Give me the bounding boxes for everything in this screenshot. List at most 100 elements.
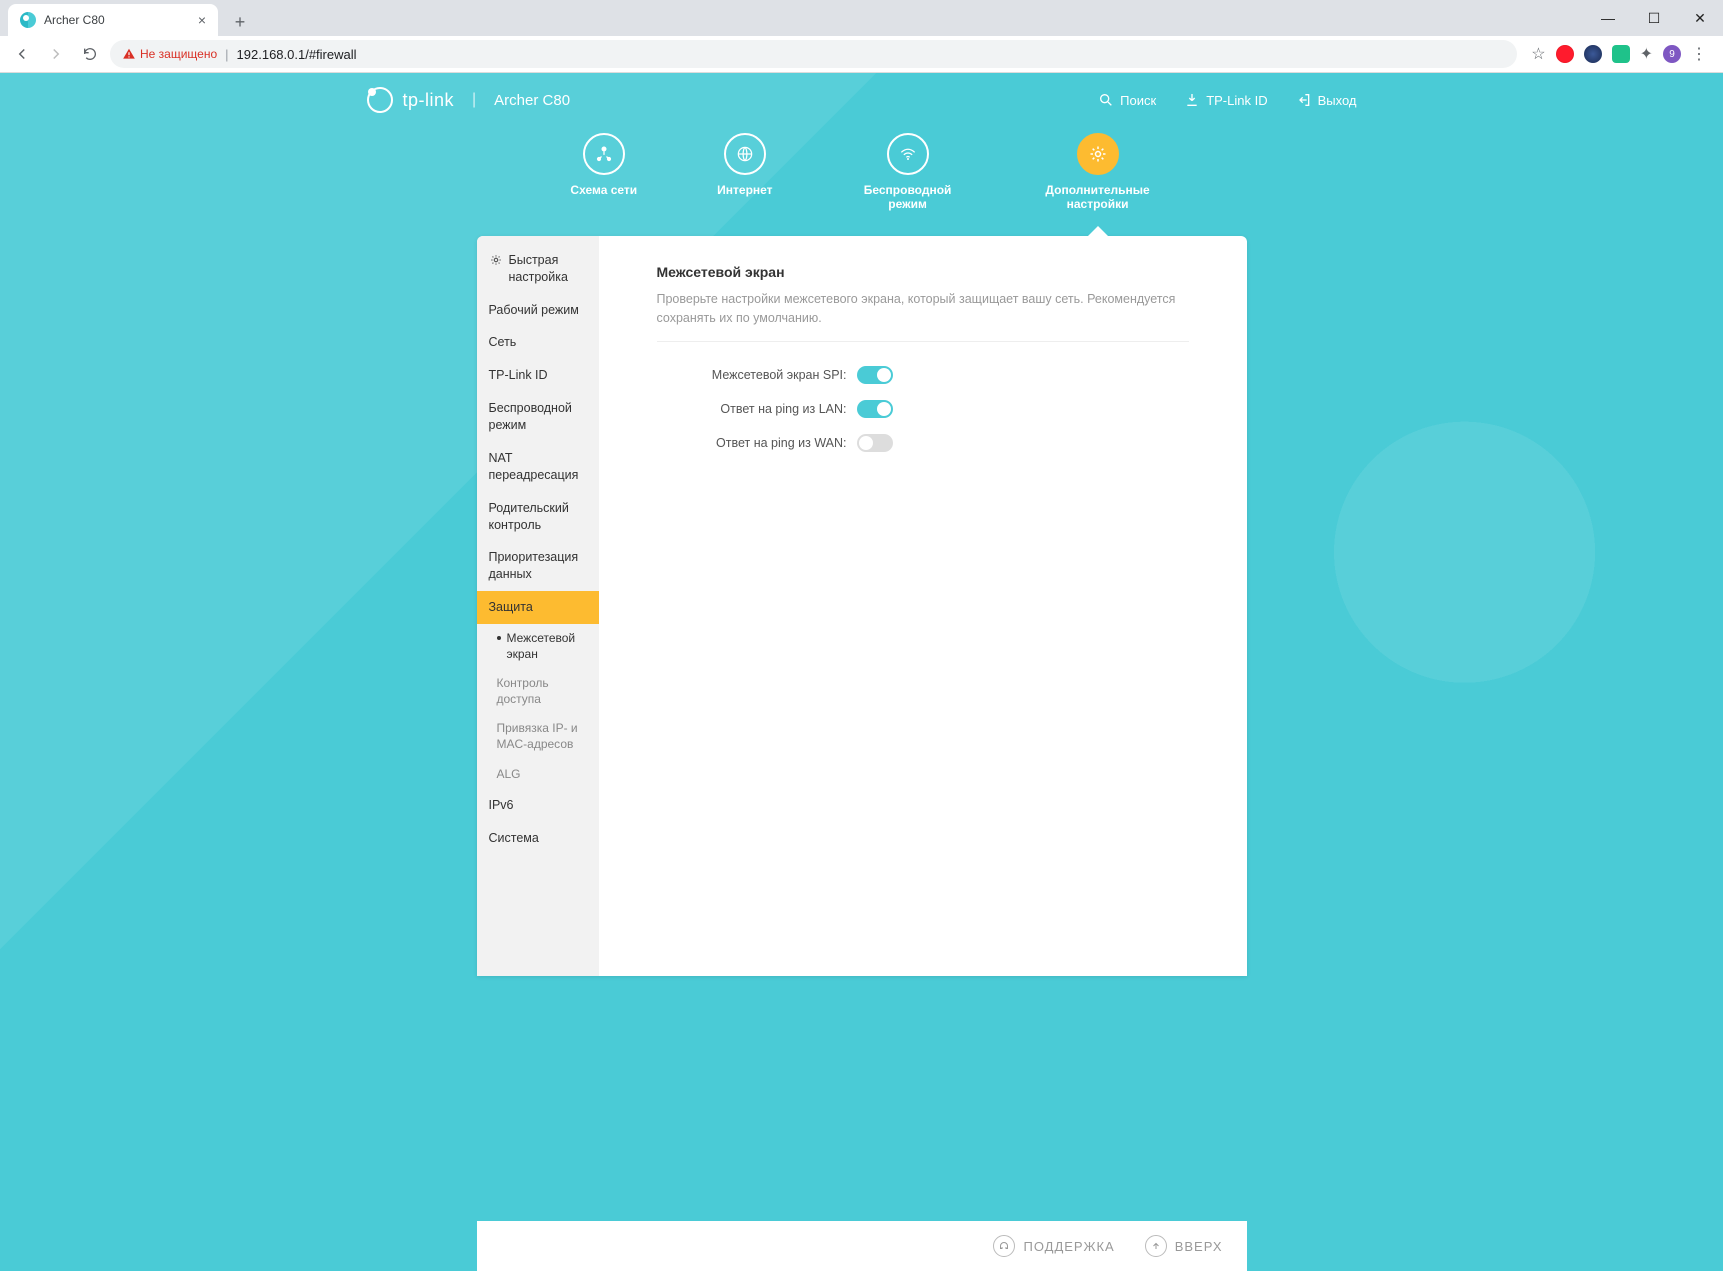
- row-ping-wan: Ответ на ping из WAN:: [677, 434, 1189, 452]
- sidebar-label: Защита: [489, 600, 533, 614]
- row-spi: Межсетевой экран SPI:: [677, 366, 1189, 384]
- row-label: Ответ на ping из LAN:: [677, 402, 857, 416]
- tplink-id-label: TP-Link ID: [1206, 93, 1267, 108]
- up-label: ВВЕРХ: [1175, 1239, 1223, 1254]
- reload-button[interactable]: [76, 40, 104, 68]
- sidebar-sub-label: Контроль доступа: [497, 676, 587, 707]
- sidebar-label: Родительский контроль: [489, 501, 569, 532]
- toggle-spi[interactable]: [857, 366, 893, 384]
- sidebar-item-parental[interactable]: Родительский контроль: [477, 492, 599, 542]
- logo: tp-link | Archer C80: [367, 87, 571, 113]
- forward-button[interactable]: [42, 40, 70, 68]
- ext-green-icon[interactable]: [1612, 45, 1630, 63]
- profile-avatar[interactable]: 9: [1663, 45, 1681, 63]
- logout-icon: [1296, 92, 1312, 108]
- sidebar-item-network[interactable]: Сеть: [477, 326, 599, 359]
- arrow-up-icon: [1145, 1235, 1167, 1257]
- download-icon: [1184, 92, 1200, 108]
- support-label: ПОДДЕРЖКА: [1023, 1239, 1114, 1254]
- url-separator: |: [225, 47, 228, 62]
- sidebar-sub-binding[interactable]: Привязка IP- и MAC-адресов: [477, 714, 599, 759]
- sidebar-sub-firewall[interactable]: Межсетевой экран: [477, 624, 599, 669]
- topnav-wireless[interactable]: Беспроводной режим: [853, 133, 963, 212]
- toggle-ping-wan[interactable]: [857, 434, 893, 452]
- sidebar-item-nat[interactable]: NAT переадресация: [477, 442, 599, 492]
- topnav-label: Схема сети: [570, 183, 637, 197]
- browser-tab[interactable]: Archer C80 ×: [8, 4, 218, 36]
- firewall-form: Межсетевой экран SPI: Ответ на ping из L…: [657, 366, 1189, 452]
- toggle-knob: [877, 402, 891, 416]
- model-text: Archer C80: [494, 92, 570, 109]
- sidebar-sub-label: Привязка IP- и MAC-адресов: [497, 721, 587, 752]
- sidebar-item-wireless[interactable]: Беспроводной режим: [477, 392, 599, 442]
- tab-strip: Archer C80 × + — ☐ ✕: [0, 0, 1723, 36]
- content-panel: Межсетевой экран Проверьте настройки меж…: [599, 236, 1247, 976]
- toggle-knob: [859, 436, 873, 450]
- support-link[interactable]: ПОДДЕРЖКА: [993, 1235, 1114, 1257]
- search-label: Поиск: [1120, 93, 1156, 108]
- tplink-id-link[interactable]: TP-Link ID: [1184, 92, 1267, 108]
- tplink-logo-icon: [367, 87, 393, 113]
- ext-blue-icon[interactable]: [1584, 45, 1602, 63]
- url-input[interactable]: Не защищено | 192.168.0.1/#firewall: [110, 40, 1517, 68]
- maximize-button[interactable]: ☐: [1631, 0, 1677, 36]
- sidebar-item-system[interactable]: Система: [477, 822, 599, 855]
- browser-chrome: Archer C80 × + — ☐ ✕ Не защищено | 192.1…: [0, 0, 1723, 73]
- back-button[interactable]: [8, 40, 36, 68]
- sidebar-label: TP-Link ID: [489, 368, 548, 382]
- sidebar-item-qos[interactable]: Приоритезация данных: [477, 541, 599, 591]
- topnav-label: Беспроводной режим: [853, 183, 963, 212]
- header-actions: Поиск TP-Link ID Выход: [1098, 92, 1356, 108]
- page-background: tp-link | Archer C80 Поиск TP-Link ID Вы…: [0, 73, 1723, 1271]
- sidebar-label: Быстрая настройка: [509, 252, 587, 286]
- sidebar-sub-label: ALG: [497, 767, 521, 783]
- close-tab-icon[interactable]: ×: [198, 12, 206, 28]
- url-text: 192.168.0.1/#firewall: [237, 47, 357, 62]
- topnav-label: Интернет: [717, 183, 772, 197]
- bullet-icon: [497, 636, 501, 640]
- scroll-up-link[interactable]: ВВЕРХ: [1145, 1235, 1223, 1257]
- tab-title: Archer C80: [44, 13, 105, 27]
- search-icon: [1098, 92, 1114, 108]
- sidebar-sub-label: Межсетевой экран: [507, 631, 587, 662]
- sidebar-quick-setup[interactable]: Быстрая настройка: [477, 244, 599, 294]
- sidebar-item-tplinkid[interactable]: TP-Link ID: [477, 359, 599, 392]
- topnav-advanced[interactable]: Дополнительные настройки: [1043, 133, 1153, 212]
- sidebar-item-mode[interactable]: Рабочий режим: [477, 294, 599, 327]
- logo-separator: |: [472, 91, 476, 109]
- search-link[interactable]: Поиск: [1098, 92, 1156, 108]
- toggle-knob: [877, 368, 891, 382]
- gear-small-icon: [489, 253, 503, 267]
- sidebar-sub-alg[interactable]: ALG: [477, 760, 599, 790]
- globe-icon: [724, 133, 766, 175]
- sidebar-label: Сеть: [489, 335, 517, 349]
- topnav-network-map[interactable]: Схема сети: [570, 133, 637, 212]
- new-tab-button[interactable]: +: [226, 8, 254, 36]
- sidebar: Быстрая настройка Рабочий режим Сеть TP-…: [477, 236, 599, 976]
- sidebar-label: IPv6: [489, 798, 514, 812]
- star-icon[interactable]: ☆: [1531, 44, 1545, 64]
- sidebar-label: Рабочий режим: [489, 303, 579, 317]
- sidebar-label: Система: [489, 831, 539, 845]
- section-title: Межсетевой экран: [657, 264, 1189, 280]
- extensions-icon[interactable]: ✦: [1640, 44, 1653, 64]
- sidebar-label: NAT переадресация: [489, 451, 579, 482]
- minimize-button[interactable]: —: [1585, 0, 1631, 36]
- topnav-internet[interactable]: Интернет: [717, 133, 772, 212]
- logout-link[interactable]: Выход: [1296, 92, 1357, 108]
- kebab-menu-icon[interactable]: ⋮: [1691, 44, 1707, 64]
- sidebar-item-security[interactable]: Защита: [477, 591, 599, 624]
- gear-icon: [1077, 133, 1119, 175]
- sidebar-sub-access[interactable]: Контроль доступа: [477, 669, 599, 714]
- address-bar: Не защищено | 192.168.0.1/#firewall ☆ ✦ …: [0, 36, 1723, 72]
- page-header: tp-link | Archer C80 Поиск TP-Link ID Вы…: [367, 73, 1357, 127]
- close-window-button[interactable]: ✕: [1677, 0, 1723, 36]
- section-description: Проверьте настройки межсетевого экрана, …: [657, 290, 1189, 343]
- ext-opera-icon[interactable]: [1556, 45, 1574, 63]
- headset-icon: [993, 1235, 1015, 1257]
- logout-label: Выход: [1318, 93, 1357, 108]
- toggle-ping-lan[interactable]: [857, 400, 893, 418]
- sidebar-item-ipv6[interactable]: IPv6: [477, 789, 599, 822]
- row-label: Межсетевой экран SPI:: [677, 368, 857, 382]
- topnav-label: Дополнительные настройки: [1043, 183, 1153, 212]
